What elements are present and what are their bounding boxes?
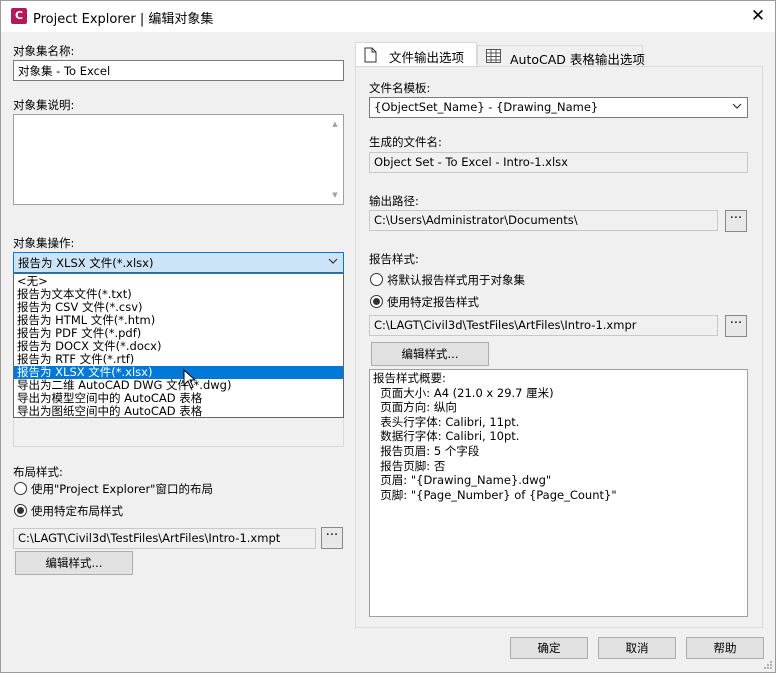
generated-filename-field: Object Set - To Excel - Intro-1.xlsx [369,152,748,173]
layout-specific-radio-label: 使用特定布局样式 [31,504,123,518]
tab-file-output-label: 文件输出选项 [389,50,465,65]
summary-line: 报告页脚: 否 [373,458,446,473]
browse-report-style-button[interactable]: ··· [725,315,747,337]
chevron-down-icon [328,258,338,264]
report-default-radio[interactable] [370,273,383,286]
resize-grip-icon[interactable] [763,660,773,670]
layout-specific-radio[interactable] [14,504,27,517]
title-bar: C Project Explorer | 编辑对象集 ✕ [1,1,775,32]
object-set-description-textarea[interactable]: ▲ ▼ [13,114,344,205]
operation-dropdown-list[interactable]: <无> 报告为文本文件(*.txt) 报告为 CSV 文件(*.csv) 报告为… [13,273,344,418]
layout-style-path-field: C:\LAGT\Civil3d\TestFiles\ArtFiles\Intro… [13,528,316,549]
report-specific-radio-label: 使用特定报告样式 [387,295,479,309]
browse-output-path-button[interactable]: ··· [725,210,747,232]
close-button[interactable]: ✕ [745,5,771,27]
browse-layout-button[interactable]: ··· [321,527,343,549]
table-icon [486,49,501,63]
scroll-up-arrow-icon[interactable]: ▲ [329,118,341,130]
object-set-description-label: 对象集说明: [13,98,75,112]
help-button[interactable]: 帮助 [686,637,764,659]
report-style-label: 报告样式: [369,252,419,266]
summary-line: 页眉: "{Drawing_Name}.dwg" [373,473,552,488]
filename-template-combo[interactable]: {ObjectSet_Name} - {Drawing_Name} [369,97,748,118]
layout-style-label: 布局样式: [13,465,63,479]
object-set-name-input[interactable]: 对象集 - To Excel [13,60,344,81]
document-icon [364,47,377,63]
summary-line: 页面方向: 纵向 [373,400,457,415]
report-style-summary: 报告样式概要: 页面大小: A4 (21.0 x 29.7 厘米) 页面方向: … [369,369,748,617]
summary-line: 数据行字体: Calibri, 10pt. [373,429,520,444]
ok-button[interactable]: 确定 [510,637,588,659]
civil3d-app-icon: C [11,8,27,24]
filename-template-label: 文件名模板: [369,81,431,95]
layout-window-radio[interactable] [14,482,27,495]
dropdown-option[interactable]: 导出为图纸空间中的 AutoCAD 表格 [14,405,343,418]
mouse-cursor-icon [183,369,197,389]
output-path-field: C:\Users\Administrator\Documents\ [369,210,718,231]
summary-line: 报告页眉: 5 个字段 [373,443,480,458]
edit-report-style-button[interactable]: 编辑样式... [371,342,489,366]
edit-layout-style-button[interactable]: 编辑样式... [15,551,133,575]
layout-window-radio-label: 使用"Project Explorer"窗口的布局 [31,482,213,496]
chevron-down-icon [732,103,742,109]
summary-line: 页面大小: A4 (21.0 x 29.7 厘米) [373,385,554,400]
dialog-window: C Project Explorer | 编辑对象集 ✕ 对象集名称: 对象集 … [0,0,776,673]
report-specific-radio[interactable] [370,295,383,308]
tab-autocad-table[interactable]: AutoCAD 表格输出选项 [477,45,645,67]
operation-selected-text: 报告为 XLSX 文件(*.xlsx) [18,256,154,270]
output-path-label: 输出路径: [369,194,419,208]
object-set-operation-label: 对象集操作: [13,236,75,250]
object-set-operation-combo[interactable]: 报告为 XLSX 文件(*.xlsx) [13,252,344,273]
summary-line: 表头行字体: Calibri, 11pt. [373,414,520,429]
object-set-name-label: 对象集名称: [13,44,75,58]
cancel-button[interactable]: 取消 [598,637,676,659]
window-title: Project Explorer | 编辑对象集 [33,12,214,27]
filename-template-value: {ObjectSet_Name} - {Drawing_Name} [374,100,599,114]
report-default-radio-label: 将默认报告样式用于对象集 [387,273,525,287]
summary-line: 报告样式概要: [373,371,446,385]
generated-filename-label: 生成的文件名: [369,135,442,149]
summary-line: 页脚: "{Page_Number} of {Page_Count}" [373,487,617,502]
scroll-down-arrow-icon[interactable]: ▼ [329,189,341,201]
report-style-path-field: C:\LAGT\Civil3d\TestFiles\ArtFiles\Intro… [369,315,718,336]
tab-file-output[interactable]: 文件输出选项 [355,42,477,67]
